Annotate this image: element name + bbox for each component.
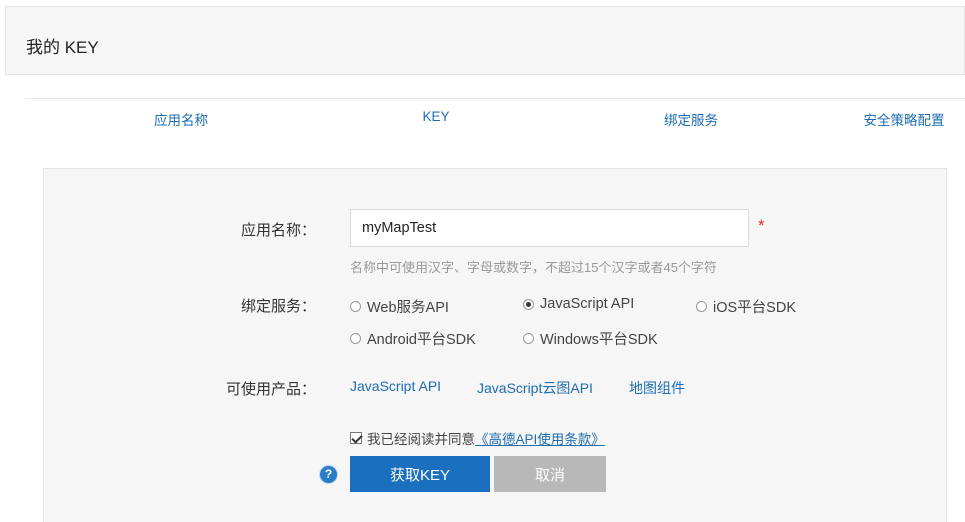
radio-label: Web服务API [367,300,449,316]
radio-selected-icon [523,298,534,310]
agreement-text: 我已经阅读并同意 [367,432,475,447]
radio-icon [350,301,361,312]
radio-ios-sdk[interactable]: iOS平台SDK [696,296,796,317]
radio-label: iOS平台SDK [713,300,796,316]
get-key-button[interactable]: 获取KEY [350,456,490,492]
radio-icon [523,333,534,344]
product-link-map-component[interactable]: 地图组件 [629,378,685,398]
agreement-checkbox[interactable] [350,432,362,444]
bind-service-label: 绑定服务： [240,298,316,315]
app-name-hint: 名称中可使用汉字、字母或数字，不超过15个汉字或者45个字符 [350,260,717,275]
page-header: 我的 KEY [5,6,965,75]
agreement-row: 我已经阅读并同意 《高德API使用条款》 [350,428,605,448]
page-title: 我的 KEY [26,38,99,57]
cancel-button[interactable]: 取消 [494,456,606,492]
key-table-header: 应用名称 KEY 绑定服务 安全策略配置 [25,98,965,138]
radio-android-sdk[interactable]: Android平台SDK [350,328,476,349]
product-link-javascript-cloud-map-api[interactable]: JavaScript云图API [477,378,593,398]
radio-icon [696,301,707,312]
app-name-input[interactable]: myMapTest [350,209,749,247]
question-icon[interactable]: ? [320,466,337,483]
radio-windows-sdk[interactable]: Windows平台SDK [523,328,658,349]
radio-label: Windows平台SDK [540,332,658,348]
required-mark: * [758,216,765,235]
create-key-form: 应用名称： myMapTest * 名称中可使用汉字、字母或数字，不超过15个汉… [43,168,947,522]
column-security-policy: 安全策略配置 [863,113,945,128]
radio-javascript-api[interactable]: JavaScript API [523,296,634,312]
column-bound-service: 绑定服务 [664,113,718,128]
radio-web-service-api[interactable]: Web服务API [350,296,449,317]
column-key: KEY [422,109,450,124]
radio-label: JavaScript API [540,296,635,312]
column-app-name: 应用名称 [154,113,208,128]
product-link-javascript-api[interactable]: JavaScript API [350,378,441,394]
radio-icon [350,333,361,344]
available-products-label: 可使用产品： [225,381,316,398]
terms-link[interactable]: 《高德API使用条款》 [475,428,605,448]
radio-label: Android平台SDK [367,332,476,348]
app-name-label: 应用名称： [240,222,316,239]
